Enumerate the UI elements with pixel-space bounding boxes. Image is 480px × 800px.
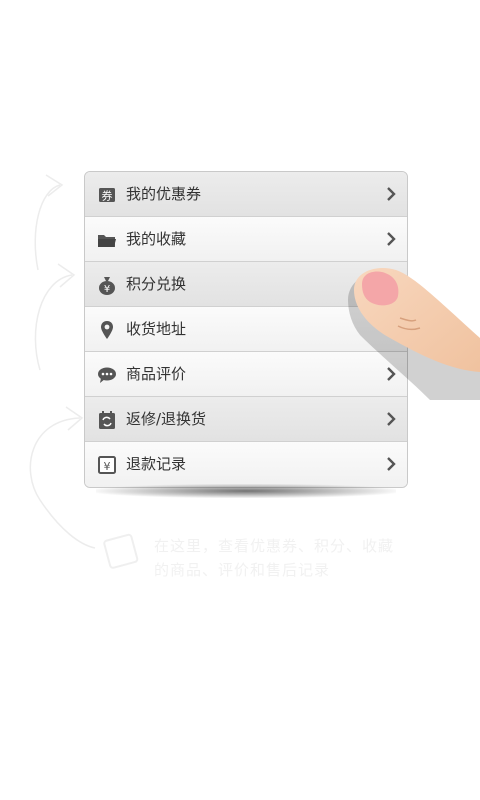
menu-item-label: 商品评价 <box>126 365 187 383</box>
menu-item-label: 退款记录 <box>126 455 187 473</box>
hint-text: 在这里，查看优惠券、积分、收藏的商品、评价和售后记录 <box>154 537 395 579</box>
comment-icon <box>97 365 117 385</box>
menu-shadow <box>96 484 396 498</box>
menu-item-returns[interactable]: 返修/退换货 <box>85 397 407 442</box>
hint-overlay: 在这里，查看优惠券、积分、收藏的商品、评价和售后记录 <box>98 528 408 588</box>
return-exchange-icon <box>97 410 117 430</box>
svg-text:券: 券 <box>102 189 113 203</box>
menu-item-label: 我的收藏 <box>126 230 187 248</box>
menu-item-label: 收货地址 <box>126 320 187 338</box>
menu-item-coupons[interactable]: 券 我的优惠券 <box>85 172 407 217</box>
chevron-right-icon <box>387 187 396 201</box>
menu-item-label: 我的优惠券 <box>126 185 202 203</box>
menu-item-label: 返修/退换货 <box>126 410 207 428</box>
menu-item-refund-records[interactable]: ¥ 退款记录 <box>85 442 407 487</box>
finger-tap-illustration <box>348 268 480 400</box>
chevron-right-icon <box>387 457 396 471</box>
menu-item-label: 积分兑换 <box>126 275 187 293</box>
menu-item-favorites[interactable]: 我的收藏 <box>85 217 407 262</box>
chevron-right-icon <box>387 232 396 246</box>
folder-icon <box>97 230 117 250</box>
location-pin-icon <box>97 320 117 340</box>
svg-text:¥: ¥ <box>104 284 110 295</box>
refund-record-icon: ¥ <box>97 455 117 475</box>
coupon-icon: 券 <box>97 185 117 205</box>
hint-decoration-icon <box>103 533 139 569</box>
chevron-right-icon <box>387 412 396 426</box>
svg-text:¥: ¥ <box>104 460 111 473</box>
money-bag-icon: ¥ <box>97 275 117 295</box>
